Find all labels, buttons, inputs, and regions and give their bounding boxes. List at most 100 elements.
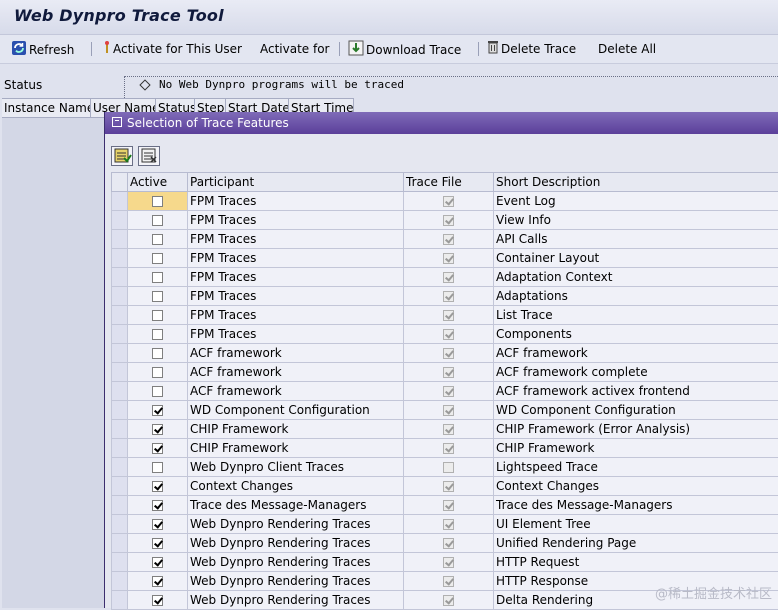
row-selector-header[interactable]	[112, 173, 128, 192]
row-selector[interactable]	[112, 591, 128, 610]
active-checkbox[interactable]	[152, 367, 163, 378]
table-row[interactable]: Web Dynpro Rendering TracesUnified Rende…	[112, 534, 778, 553]
row-selector[interactable]	[112, 268, 128, 287]
active-checkbox[interactable]	[152, 500, 163, 511]
active-checkbox[interactable]	[152, 462, 163, 473]
dialog-title-bar[interactable]: Selection of Trace Features	[105, 112, 778, 134]
active-checkbox[interactable]	[152, 519, 163, 530]
active-checkbox[interactable]	[152, 405, 163, 416]
table-row[interactable]: ACF frameworkACF framework	[112, 344, 778, 363]
row-selector[interactable]	[112, 553, 128, 572]
active-checkbox[interactable]	[152, 424, 163, 435]
short-description-cell: UI Element Tree	[494, 515, 778, 534]
select-all-button[interactable]	[111, 146, 133, 166]
column-header[interactable]: Instance Name	[2, 99, 91, 117]
row-selector[interactable]	[112, 534, 128, 553]
table-row[interactable]: Web Dynpro Rendering TracesUI Element Tr…	[112, 515, 778, 534]
trace-file-checkbox	[443, 500, 454, 511]
trace-features-dialog: Selection of Trace Features Active Parti…	[104, 112, 778, 608]
active-checkbox[interactable]	[152, 253, 163, 264]
column-header-active[interactable]: Active	[128, 173, 188, 192]
table-row[interactable]: Web Dynpro Client TracesLightspeed Trace	[112, 458, 778, 477]
table-row[interactable]: CHIP FrameworkCHIP Framework	[112, 439, 778, 458]
table-row[interactable]: FPM TracesAdaptation Context	[112, 268, 778, 287]
active-checkbox[interactable]	[152, 386, 163, 397]
refresh-button[interactable]: Refresh	[11, 40, 74, 58]
table-row[interactable]: FPM TracesList Trace	[112, 306, 778, 325]
trace-file-checkbox	[443, 481, 454, 492]
active-cell	[128, 458, 188, 477]
active-checkbox[interactable]	[152, 538, 163, 549]
activate-for-user-button[interactable]: Activate for This User	[103, 40, 242, 58]
active-checkbox[interactable]	[152, 234, 163, 245]
row-selector[interactable]	[112, 382, 128, 401]
row-selector[interactable]	[112, 439, 128, 458]
row-selector[interactable]	[112, 344, 128, 363]
row-selector[interactable]	[112, 287, 128, 306]
row-selector[interactable]	[112, 306, 128, 325]
table-row[interactable]: Trace des Message-ManagersTrace des Mess…	[112, 496, 778, 515]
active-cell	[128, 325, 188, 344]
user-icon	[103, 40, 111, 59]
row-selector[interactable]	[112, 572, 128, 591]
trace-file-checkbox	[443, 405, 454, 416]
row-selector[interactable]	[112, 230, 128, 249]
row-selector[interactable]	[112, 401, 128, 420]
table-row[interactable]: FPM TracesView Info	[112, 211, 778, 230]
short-description-cell: ACF framework activex frontend	[494, 382, 778, 401]
delete-trace-button[interactable]: Delete Trace	[487, 40, 576, 58]
active-cell	[128, 534, 188, 553]
trace-file-checkbox	[443, 462, 454, 473]
table-row[interactable]: Web Dynpro Rendering TracesHTTP Request	[112, 553, 778, 572]
table-row[interactable]: WD Component ConfigurationWD Component C…	[112, 401, 778, 420]
activate-for-button[interactable]: Activate for	[260, 40, 330, 58]
short-description-cell: CHIP Framework (Error Analysis)	[494, 420, 778, 439]
row-selector[interactable]	[112, 249, 128, 268]
table-row[interactable]: FPM TracesAPI Calls	[112, 230, 778, 249]
column-header-participant[interactable]: Participant	[188, 173, 404, 192]
active-checkbox[interactable]	[152, 481, 163, 492]
table-row[interactable]: FPM TracesEvent Log	[112, 192, 778, 211]
row-selector[interactable]	[112, 192, 128, 211]
delete-trace-label: Delete Trace	[501, 42, 576, 56]
table-row[interactable]: Context ChangesContext Changes	[112, 477, 778, 496]
table-row[interactable]: FPM TracesContainer Layout	[112, 249, 778, 268]
row-selector[interactable]	[112, 458, 128, 477]
participant-cell: FPM Traces	[188, 325, 404, 344]
trace-file-cell	[404, 572, 494, 591]
active-checkbox[interactable]	[152, 348, 163, 359]
download-trace-button[interactable]: Download Trace	[348, 40, 461, 58]
active-cell	[128, 439, 188, 458]
active-cell	[128, 553, 188, 572]
row-selector[interactable]	[112, 515, 128, 534]
active-checkbox[interactable]	[152, 272, 163, 283]
active-checkbox[interactable]	[152, 291, 163, 302]
row-selector[interactable]	[112, 496, 128, 515]
table-row[interactable]: FPM TracesComponents	[112, 325, 778, 344]
table-row[interactable]: FPM TracesAdaptations	[112, 287, 778, 306]
table-row[interactable]: CHIP FrameworkCHIP Framework (Error Anal…	[112, 420, 778, 439]
row-selector[interactable]	[112, 477, 128, 496]
active-checkbox[interactable]	[152, 310, 163, 321]
active-checkbox[interactable]	[152, 576, 163, 587]
deselect-all-button[interactable]	[138, 146, 160, 166]
row-selector[interactable]	[112, 325, 128, 344]
active-checkbox[interactable]	[152, 443, 163, 454]
row-selector[interactable]	[112, 420, 128, 439]
delete-all-button[interactable]: Delete All	[598, 40, 656, 58]
active-checkbox[interactable]	[152, 595, 163, 606]
row-selector[interactable]	[112, 363, 128, 382]
active-checkbox[interactable]	[152, 557, 163, 568]
active-checkbox[interactable]	[152, 196, 163, 207]
column-header-trace-file[interactable]: Trace File	[404, 173, 494, 192]
trace-file-checkbox	[443, 424, 454, 435]
toolbar-separator	[91, 42, 92, 56]
toolbar: Refresh Activate for This User Activate …	[0, 35, 778, 64]
column-header-short-description[interactable]: Short Description	[494, 173, 778, 192]
table-row[interactable]: ACF frameworkACF framework complete	[112, 363, 778, 382]
refresh-label: Refresh	[29, 43, 74, 57]
active-checkbox[interactable]	[152, 215, 163, 226]
table-row[interactable]: ACF frameworkACF framework activex front…	[112, 382, 778, 401]
active-checkbox[interactable]	[152, 329, 163, 340]
row-selector[interactable]	[112, 211, 128, 230]
